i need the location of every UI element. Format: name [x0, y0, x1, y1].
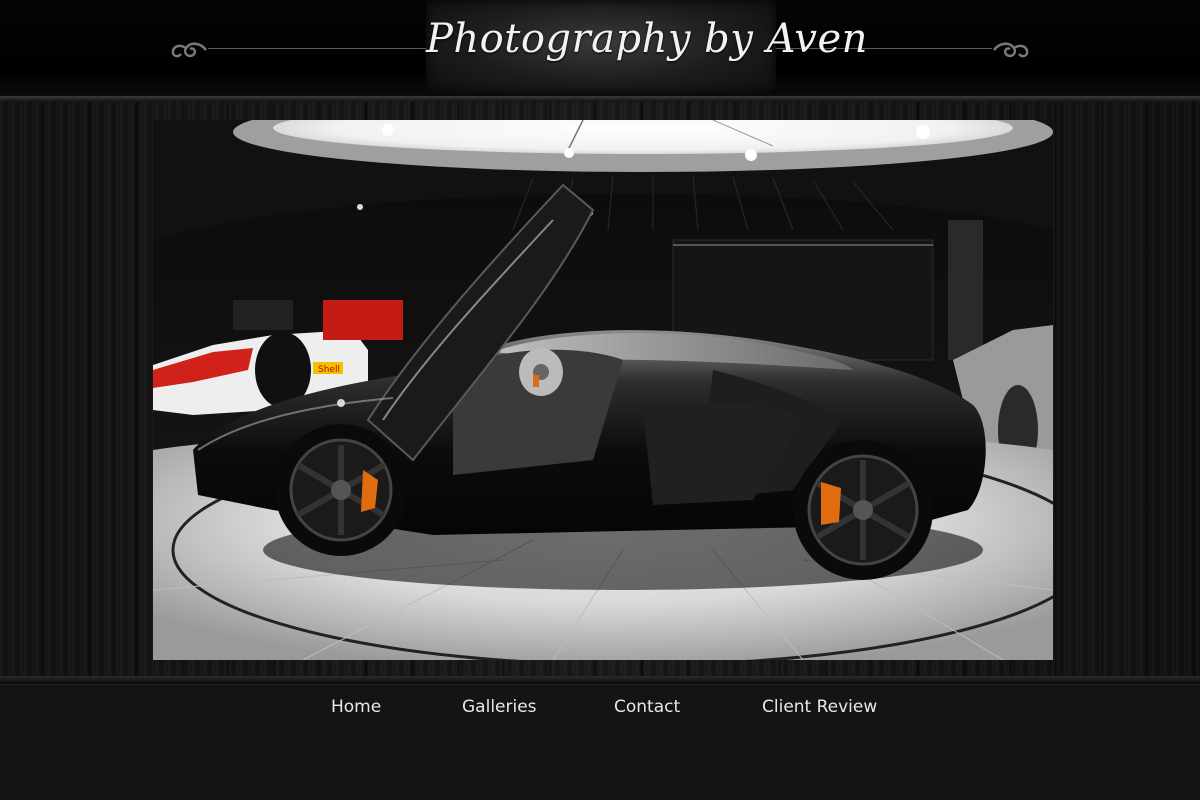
main-nav: Home Galleries Contact Client Review — [0, 684, 1200, 800]
nav-client-review-link[interactable]: Client Review — [762, 695, 877, 719]
nav-contact-link[interactable]: Contact — [614, 695, 680, 719]
sports-car-photo-icon: Shell — [153, 120, 1053, 660]
wood-bottom-edge — [0, 676, 1200, 684]
site-title-box: Photography by Aven — [426, 0, 867, 94]
flourish-right-icon — [993, 42, 1029, 58]
nav-galleries-link[interactable]: Galleries — [462, 695, 537, 719]
page: Photography by Aven Shell Home Galleries… — [0, 0, 1200, 800]
svg-text:Shell: Shell — [318, 365, 340, 375]
nav-home-link[interactable]: Home — [331, 695, 381, 719]
flourish-left-icon — [171, 42, 207, 58]
header-rule-left — [208, 48, 426, 49]
site-header: Photography by Aven — [0, 0, 1200, 99]
site-title[interactable]: Photography by Aven — [426, 16, 867, 62]
featured-photo: Shell — [153, 120, 1053, 660]
